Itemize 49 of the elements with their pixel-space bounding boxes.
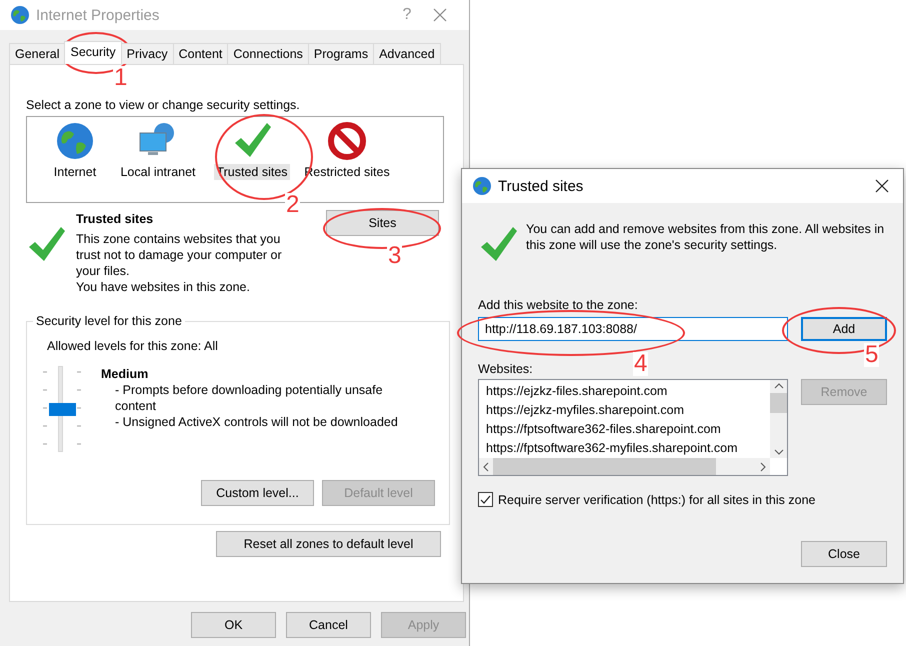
dialog-button[interactable]: Cancel [286, 612, 371, 638]
website-item[interactable]: https://fptsoftware362-files.sharepoint.com [486, 420, 770, 439]
annotation-number: 5 [864, 343, 880, 367]
add-button[interactable]: Add [801, 317, 887, 341]
chevron-down-icon[interactable] [774, 449, 784, 455]
sites-button[interactable]: Sites [326, 210, 439, 236]
zone-item[interactable]: Local intranet [118, 164, 198, 180]
vertical-scrollbar[interactable] [770, 380, 787, 458]
app-globe-icon [10, 5, 30, 25]
level-name: Medium [101, 366, 150, 382]
dialog-message: You can add and remove websites from this zone. All websites in this zone will use the zone's security settings. [526, 221, 886, 254]
annotation-number: 4 [633, 352, 648, 376]
websites-label: Websites: [478, 361, 533, 377]
app-globe-icon [472, 176, 492, 196]
zone-item[interactable]: Internet [52, 164, 98, 180]
level-description: - Unsigned ActiveX controls will not be downloaded [114, 414, 399, 430]
globe-icon [55, 121, 95, 161]
chevron-left-icon[interactable] [483, 462, 489, 472]
zone-title: Trusted sites [76, 211, 154, 227]
reset-zones-button[interactable]: Reset all zones to default level [216, 531, 441, 557]
website-item[interactable]: https://fptsoftware362-myfiles.sharepoint.com [486, 439, 770, 458]
checkbox[interactable] [478, 492, 493, 507]
window-title: Internet Properties [36, 6, 160, 24]
group-legend: Security level for this zone [33, 313, 185, 329]
tab[interactable]: Advanced [373, 43, 441, 64]
checkbox-label: Require server verification (https:) for all sites in this zone [498, 492, 816, 506]
zone-status: You have websites in this zone. [76, 279, 251, 295]
tab[interactable]: Security [64, 41, 122, 64]
chevron-right-icon[interactable] [760, 462, 766, 472]
website-item[interactable]: https://ejzkz-myfiles.sharepoint.com [486, 401, 770, 420]
level-button[interactable]: Custom level... [201, 480, 314, 506]
add-site-label: Add this website to the zone: [478, 297, 639, 313]
security-slider[interactable] [43, 366, 81, 452]
level-description: - Prompts before downloading potentially unsafe content [114, 382, 384, 414]
no-entry-icon [327, 121, 367, 161]
allowed-levels-text: Allowed levels for this zone: All [47, 338, 219, 354]
zone-description: This zone contains websites that you trust not to damage your computer or your files. [76, 231, 283, 279]
dialog-title: Trusted sites [498, 178, 584, 194]
tab[interactable]: General [9, 43, 66, 64]
chevron-up-icon[interactable] [774, 383, 784, 389]
tab[interactable]: Programs [308, 43, 374, 64]
close-icon[interactable] [875, 179, 889, 193]
dialog-button[interactable]: OK [191, 612, 276, 638]
tab[interactable]: Privacy [120, 43, 174, 64]
close-button[interactable]: Close [801, 541, 887, 567]
horizontal-scrollbar[interactable] [479, 458, 770, 475]
zone-prompt: Select a zone to view or change security settings. [26, 97, 301, 113]
url-input[interactable]: http://118.69.187.103:8088/ [478, 317, 788, 341]
website-item[interactable]: https://ejzkz-files.sharepoint.com [486, 382, 770, 401]
